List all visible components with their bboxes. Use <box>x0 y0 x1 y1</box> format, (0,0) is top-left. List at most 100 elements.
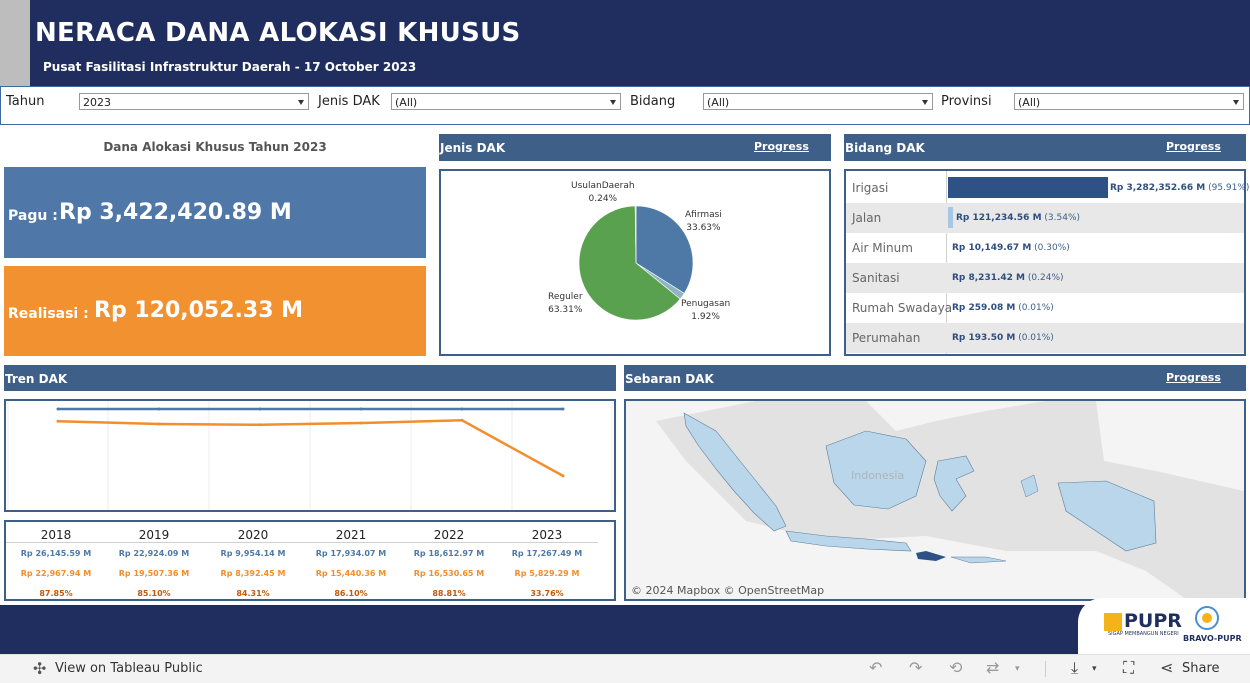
pie-label-reguler: Reguler 63.31% <box>548 291 583 317</box>
trend-point[interactable] <box>157 407 161 411</box>
bidang-row-sanitasi[interactable]: Sanitasi Rp 8,231.42 M (0.24%) <box>846 263 1244 293</box>
bidang-row-irigasi[interactable]: Irigasi Rp 3,282,352.66 M (95.91%) <box>846 173 1249 203</box>
sebaran-dak-progress-link[interactable]: Progress <box>1166 371 1221 384</box>
tren-persen-cell: 85.10% <box>137 589 171 598</box>
jenis-dak-progress-link[interactable]: Progress <box>754 140 809 153</box>
trend-point[interactable] <box>460 418 464 422</box>
view-on-tableau-link[interactable]: View on Tableau Public <box>55 661 203 676</box>
bidang-pct: (3.54%) <box>1044 213 1081 223</box>
bidang-value: Rp 259.08 M (0.01%) <box>952 303 1054 313</box>
tableau-icon: ✣ <box>33 659 47 678</box>
tren-dak-title: Tren DAK <box>5 372 68 386</box>
trend-point[interactable] <box>258 423 262 427</box>
bidang-row-air-minum[interactable]: Air Minum Rp 10,149.67 M (0.30%) <box>846 233 1244 263</box>
trend-point[interactable] <box>56 419 60 423</box>
tableau-toolbar: ✣ View on Tableau Public ↶ ↷ ⟲ ⇄ ▾ ⤓ ▾ ⛶… <box>0 654 1250 683</box>
trend-point[interactable] <box>258 407 262 411</box>
trend-point[interactable] <box>561 474 565 478</box>
filter-bar: Tahun 2023 Jenis DAK (All) Bidang (All) … <box>0 86 1250 125</box>
tren-dak-line-chart <box>7 401 613 510</box>
trend-point[interactable] <box>460 407 464 411</box>
sebaran-dak-title: Sebaran DAK <box>625 372 714 386</box>
share-button[interactable]: Share <box>1182 661 1220 676</box>
pupr-logo-icon <box>1104 613 1122 631</box>
bidang-amount: Rp 3,282,352.66 M <box>1110 183 1206 193</box>
bidang-amount: Rp 8,231.42 M <box>952 273 1026 283</box>
filter-bidang-select[interactable]: (All) <box>703 93 933 110</box>
filter-provinsi-select[interactable]: (All) <box>1014 93 1244 110</box>
chevron-down-icon[interactable]: ▾ <box>1092 664 1097 674</box>
refresh-icon[interactable]: ⇄ <box>986 658 999 677</box>
bidang-name: Rumah Swadaya <box>852 301 953 315</box>
tren-realisasi-cell: Rp 8,392.45 M <box>220 569 286 578</box>
pagu-label: Pagu : <box>8 208 58 224</box>
tren-year-2021: 2021 <box>335 528 367 542</box>
tren-year-2023: 2023 <box>531 528 563 542</box>
bidang-bar <box>948 177 1108 198</box>
tren-dak-header: Tren DAK <box>4 365 616 391</box>
redo-icon[interactable]: ↷ <box>909 658 922 677</box>
download-icon[interactable]: ⤓ <box>1071 658 1078 678</box>
pupr-logo: PUPR <box>1124 610 1182 632</box>
bidang-row-jalan[interactable]: Jalan Rp 121,234.56 M (3.54%) <box>846 203 1244 233</box>
trend-point[interactable] <box>359 421 363 425</box>
filter-label-bidang: Bidang <box>630 94 676 109</box>
bidang-pct: (0.01%) <box>1018 333 1054 343</box>
dashboard-title: NERACA DANA ALOKASI KHUSUS <box>35 18 521 48</box>
map-attribution[interactable]: © 2024 Mapbox © OpenStreetMap <box>631 584 824 597</box>
filter-tahun-select[interactable]: 2023 <box>79 93 309 110</box>
pie-label-usulan-daerah: UsulanDaerah 0.24% <box>571 180 635 206</box>
bidang-dak-panel: Irigasi Rp 3,282,352.66 M (95.91%) Jalan… <box>844 169 1249 356</box>
divider <box>6 542 598 543</box>
pie-label-name: UsulanDaerah <box>571 181 635 191</box>
tren-dak-chart-panel <box>4 399 616 512</box>
pie-label-pct: 0.24% <box>588 194 618 204</box>
bidang-dak-title: Bidang DAK <box>845 141 925 155</box>
pie-label-pct: 63.31% <box>548 305 583 315</box>
trend-point[interactable] <box>359 407 363 411</box>
summary-title: Dana Alokasi Khusus Tahun 2023 <box>103 140 327 154</box>
undo-icon[interactable]: ↶ <box>869 658 882 677</box>
bidang-pct: (95.91%) <box>1208 183 1250 193</box>
bidang-value: Rp 193.50 M (0.01%) <box>952 333 1054 343</box>
pie-label-pct: 1.92% <box>691 312 720 322</box>
fullscreen-icon[interactable]: ⛶ <box>1123 658 1134 678</box>
bidang-row-perumahan[interactable]: Perumahan Rp 193.50 M (0.01%) <box>846 323 1244 353</box>
pie-label-afirmasi: Afirmasi 33.63% <box>685 209 722 235</box>
chevron-down-icon[interactable]: ▾ <box>1015 664 1020 674</box>
sebaran-dak-header: Sebaran DAK Progress <box>624 365 1246 391</box>
tren-persen-cell: 86.10% <box>334 589 368 598</box>
filter-jenis-dak-value: (All) <box>395 96 418 109</box>
map-country-label: Indonesia <box>851 469 904 482</box>
indonesia-map[interactable]: Indonesia <box>626 401 1244 599</box>
tren-persen-cell: 88.81% <box>432 589 466 598</box>
trend-point[interactable] <box>157 422 161 426</box>
bidang-pct: (0.24%) <box>1027 273 1064 283</box>
share-icon[interactable]: ⋖ <box>1160 658 1173 677</box>
bidang-name: Irigasi <box>852 181 889 195</box>
bidang-row-rumah-swadaya[interactable]: Rumah Swadaya Rp 259.08 M (0.01%) <box>846 293 1244 323</box>
tren-persen-cell: 33.76% <box>530 589 564 598</box>
jenis-dak-panel: UsulanDaerah 0.24% Afirmasi 33.63% Penug… <box>439 169 831 356</box>
sebaran-dak-map[interactable]: Indonesia © 2024 Mapbox © OpenStreetMap <box>624 399 1246 601</box>
chevron-down-icon <box>298 100 304 105</box>
tren-year-2022: 2022 <box>433 528 465 542</box>
tren-year-2020: 2020 <box>237 528 269 542</box>
bidang-pct: (0.01%) <box>1018 303 1054 313</box>
trend-point[interactable] <box>561 407 565 411</box>
pie-label-name: Afirmasi <box>685 210 722 220</box>
tren-pagu-cell: Rp 22,924.09 M <box>118 549 190 558</box>
tren-dak-table: 2018 Rp 26,145.59 M Rp 22,967.94 M 87.85% 20… <box>4 520 616 601</box>
chevron-down-icon <box>610 100 616 105</box>
filter-provinsi-value: (All) <box>1018 96 1041 109</box>
tren-realisasi-cell: Rp 19,507.36 M <box>118 569 190 578</box>
chevron-down-icon <box>922 100 928 105</box>
revert-icon[interactable]: ⟲ <box>949 658 962 677</box>
pagu-card: Pagu : Rp 3,422,420.89 M <box>4 167 426 258</box>
bidang-dak-progress-link[interactable]: Progress <box>1166 140 1221 153</box>
filter-label-jenis-dak: Jenis DAK <box>318 94 380 109</box>
pie-label-pct: 33.63% <box>686 223 721 233</box>
trend-point[interactable] <box>56 407 60 411</box>
bidang-value: Rp 10,149.67 M (0.30%) <box>952 243 1070 253</box>
filter-jenis-dak-select[interactable]: (All) <box>391 93 621 110</box>
